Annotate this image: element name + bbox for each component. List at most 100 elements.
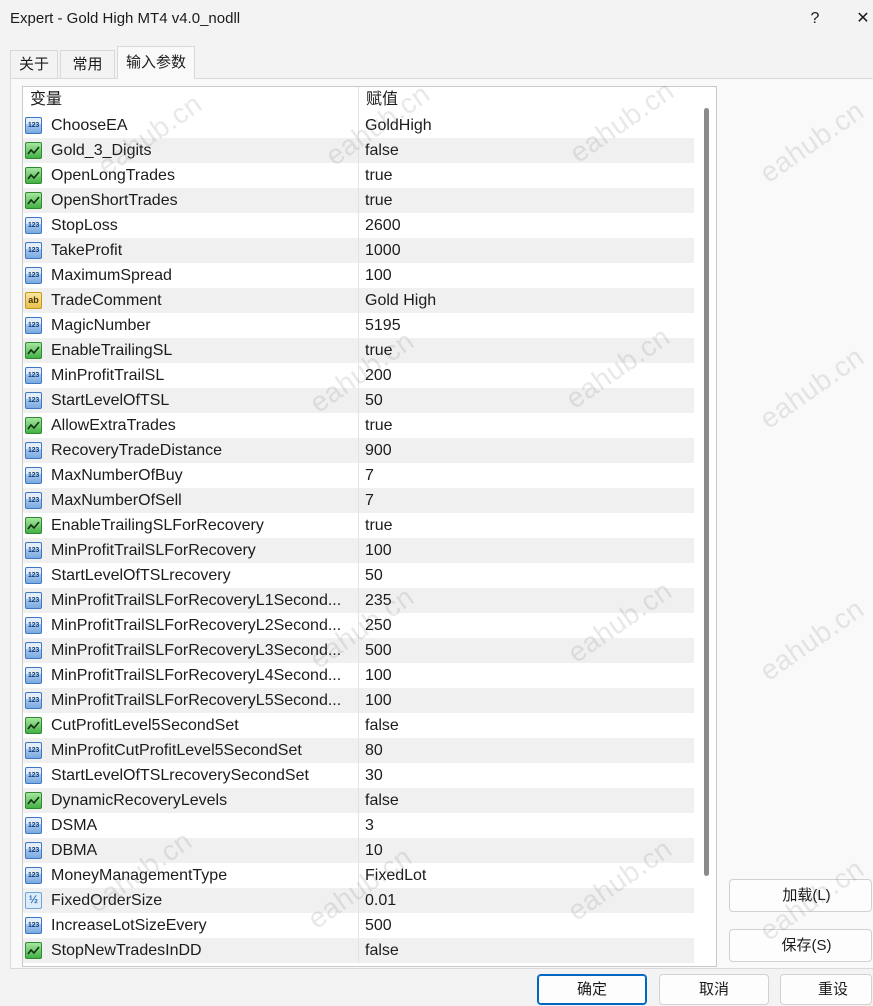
- integer-type-icon: 123: [25, 467, 42, 484]
- param-value[interactable]: 10: [358, 838, 694, 863]
- param-value[interactable]: false: [358, 938, 694, 963]
- tab-about[interactable]: 关于: [10, 50, 58, 78]
- param-row[interactable]: 123 MinProfitTrailSLForRecoveryL2Second..…: [23, 613, 694, 638]
- param-value[interactable]: 5195: [358, 313, 694, 338]
- tab-inputs[interactable]: 输入参数: [117, 46, 195, 79]
- param-value[interactable]: true: [358, 188, 694, 213]
- param-row[interactable]: CutProfitLevel5SecondSet false: [23, 713, 694, 738]
- param-row[interactable]: 123 IncreaseLotSizeEvery 500: [23, 913, 694, 938]
- close-icon[interactable]: ✕: [853, 4, 873, 34]
- param-name: OpenShortTrades: [51, 192, 178, 209]
- param-value[interactable]: 80: [358, 738, 694, 763]
- param-row[interactable]: 123 MinProfitTrailSLForRecovery 100: [23, 538, 694, 563]
- param-value[interactable]: 235: [358, 588, 694, 613]
- param-row[interactable]: 123 MaxNumberOfBuy 7: [23, 463, 694, 488]
- type-icon-glyph: 123: [27, 447, 40, 454]
- param-row[interactable]: OpenLongTrades true: [23, 163, 694, 188]
- param-name: TakeProfit: [51, 242, 123, 259]
- param-row[interactable]: 123 MinProfitTrailSLForRecoveryL1Second..…: [23, 588, 694, 613]
- param-value[interactable]: 200: [358, 363, 694, 388]
- param-value[interactable]: 250: [358, 613, 694, 638]
- param-row[interactable]: 123 MinProfitCutProfitLevel5SecondSet 80: [23, 738, 694, 763]
- param-value[interactable]: FixedLot: [358, 863, 694, 888]
- param-row[interactable]: 123 MaxNumberOfSell 7: [23, 488, 694, 513]
- table-header: 变量 赋值: [23, 87, 694, 113]
- param-name: StartLevelOfTSLrecoverySecondSet: [51, 767, 309, 784]
- boolean-type-icon: [25, 142, 42, 159]
- param-value[interactable]: true: [358, 338, 694, 363]
- param-row[interactable]: 123 StartLevelOfTSL 50: [23, 388, 694, 413]
- reset-button[interactable]: 重设: [780, 974, 872, 1005]
- param-value[interactable]: true: [358, 413, 694, 438]
- param-value[interactable]: 0.01: [358, 888, 694, 913]
- param-row[interactable]: EnableTrailingSL true: [23, 338, 694, 363]
- param-row[interactable]: 123 MoneyManagementType FixedLot: [23, 863, 694, 888]
- param-row[interactable]: 123 TakeProfit 1000: [23, 238, 694, 263]
- param-row[interactable]: 123 DSMA 3: [23, 813, 694, 838]
- param-row[interactable]: 123 StopLoss 2600: [23, 213, 694, 238]
- param-name: EnableTrailingSL: [51, 342, 173, 359]
- param-row[interactable]: 123 MagicNumber 5195: [23, 313, 694, 338]
- param-value[interactable]: false: [358, 788, 694, 813]
- param-row[interactable]: OpenShortTrades true: [23, 188, 694, 213]
- param-value[interactable]: 100: [358, 538, 694, 563]
- param-value[interactable]: false: [358, 713, 694, 738]
- vertical-scrollbar[interactable]: [704, 108, 709, 876]
- title-bar: Expert - Gold High MT4 v4.0_nodll ? ✕: [0, 0, 873, 38]
- param-value[interactable]: 50: [358, 388, 694, 413]
- param-value[interactable]: 2600: [358, 213, 694, 238]
- param-row[interactable]: 123 MinProfitTrailSL 200: [23, 363, 694, 388]
- param-value[interactable]: 900: [358, 438, 694, 463]
- param-row[interactable]: 123 MinProfitTrailSLForRecoveryL5Second..…: [23, 688, 694, 713]
- type-icon-glyph: 123: [27, 247, 40, 254]
- param-value[interactable]: 100: [358, 688, 694, 713]
- param-value[interactable]: 100: [358, 663, 694, 688]
- param-row[interactable]: ½ FixedOrderSize 0.01: [23, 888, 694, 913]
- toggle-mark-icon: [27, 521, 40, 530]
- ok-button[interactable]: 确定: [537, 974, 647, 1005]
- param-row[interactable]: DynamicRecoveryLevels false: [23, 788, 694, 813]
- integer-type-icon: 123: [25, 392, 42, 409]
- cancel-button[interactable]: 取消: [659, 974, 769, 1005]
- param-row[interactable]: 123 MaximumSpread 100: [23, 263, 694, 288]
- param-value[interactable]: true: [358, 163, 694, 188]
- param-row[interactable]: AllowExtraTrades true: [23, 413, 694, 438]
- param-value[interactable]: 500: [358, 913, 694, 938]
- param-row[interactable]: 123 DBMA 10: [23, 838, 694, 863]
- param-value[interactable]: 7: [358, 488, 694, 513]
- param-name: EnableTrailingSLForRecovery: [51, 517, 264, 534]
- param-row[interactable]: 123 RecoveryTradeDistance 900: [23, 438, 694, 463]
- save-button[interactable]: 保存(S): [729, 929, 872, 962]
- param-value[interactable]: true: [358, 513, 694, 538]
- param-value[interactable]: Gold High: [358, 288, 694, 313]
- type-icon-glyph: 123: [27, 472, 40, 479]
- param-row[interactable]: Gold_3_Digits false: [23, 138, 694, 163]
- param-value[interactable]: 30: [358, 763, 694, 788]
- param-row[interactable]: EnableTrailingSLForRecovery true: [23, 513, 694, 538]
- param-value[interactable]: GoldHigh: [358, 113, 694, 138]
- param-row[interactable]: 123 MinProfitTrailSLForRecoveryL3Second..…: [23, 638, 694, 663]
- column-header-value[interactable]: 赋值: [358, 87, 694, 113]
- param-value[interactable]: 3: [358, 813, 694, 838]
- type-icon-glyph: 123: [27, 647, 40, 654]
- load-button[interactable]: 加载(L): [729, 879, 872, 912]
- column-header-variable[interactable]: 变量: [23, 87, 358, 113]
- param-value[interactable]: 7: [358, 463, 694, 488]
- param-row[interactable]: 123 StartLevelOfTSLrecovery 50: [23, 563, 694, 588]
- help-button[interactable]: ?: [803, 4, 827, 34]
- param-value[interactable]: 500: [358, 638, 694, 663]
- param-row[interactable]: StopNewTradesInDD false: [23, 938, 694, 963]
- param-value[interactable]: 1000: [358, 238, 694, 263]
- integer-type-icon: 123: [25, 367, 42, 384]
- param-value[interactable]: 100: [358, 263, 694, 288]
- param-row[interactable]: ab TradeComment Gold High: [23, 288, 694, 313]
- param-row[interactable]: 123 ChooseEA GoldHigh: [23, 113, 694, 138]
- param-row[interactable]: 123 StartLevelOfTSLrecoverySecondSet 30: [23, 763, 694, 788]
- tab-common[interactable]: 常用: [60, 50, 115, 78]
- param-name: DynamicRecoveryLevels: [51, 792, 228, 809]
- param-name: MinProfitTrailSL: [51, 367, 165, 384]
- param-value[interactable]: 50: [358, 563, 694, 588]
- param-row[interactable]: 123 MinProfitTrailSLForRecoveryL4Second..…: [23, 663, 694, 688]
- param-value[interactable]: false: [358, 138, 694, 163]
- param-name: MoneyManagementType: [51, 867, 228, 884]
